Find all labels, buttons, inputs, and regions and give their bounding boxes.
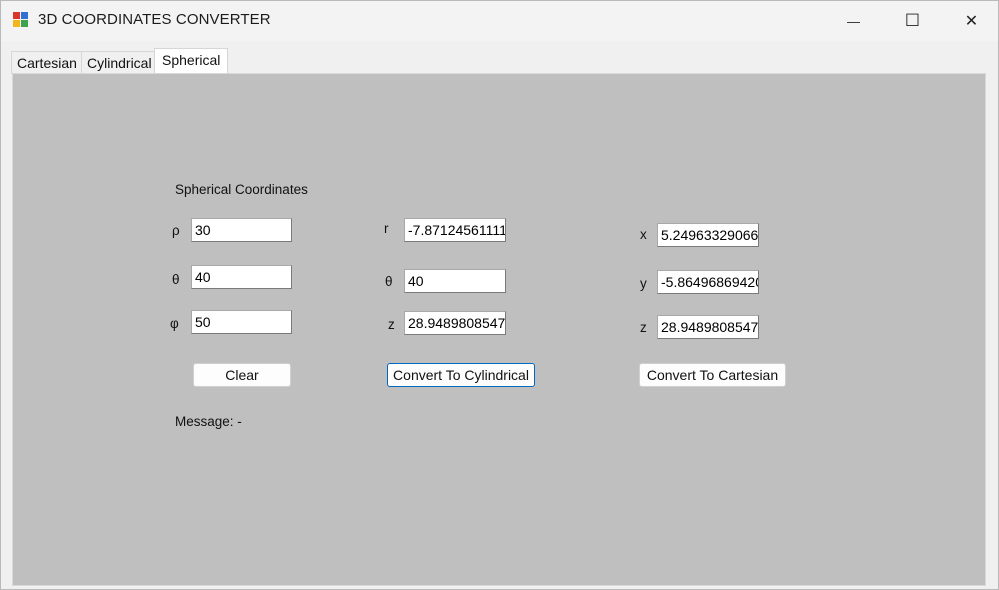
spherical-heading: Spherical Coordinates [175, 182, 308, 197]
rho-input[interactable]: 30 [191, 218, 292, 242]
theta-input[interactable]: 40 [191, 265, 292, 289]
cartesian-z-label: z [640, 320, 647, 335]
phi-input[interactable]: 50 [191, 310, 292, 334]
maximize-button[interactable]: ☐ [883, 1, 942, 41]
minimize-button[interactable]: — [824, 1, 883, 41]
window-title: 3D COORDINATES CONVERTER [38, 11, 271, 28]
maximize-icon: ☐ [904, 11, 921, 30]
rho-label: ρ [172, 223, 180, 238]
minimize-icon: — [847, 13, 860, 29]
close-icon: ✕ [964, 13, 979, 30]
spherical-tab-panel: Spherical Coordinates ρ 30 θ 40 φ 50 r -… [12, 73, 986, 586]
cartesian-y-output[interactable]: -5.86496869420 [657, 270, 759, 294]
cylindrical-r-label: r [384, 221, 389, 236]
convert-to-cartesian-button[interactable]: Convert To Cartesian [639, 363, 786, 387]
close-button[interactable]: ✕ [942, 1, 999, 41]
cartesian-y-label: y [640, 276, 647, 291]
clear-button[interactable]: Clear [193, 363, 291, 387]
cartesian-z-output[interactable]: 28.9489808547 [657, 315, 759, 339]
title-bar[interactable]: 3D COORDINATES CONVERTER — ☐ ✕ [1, 1, 998, 41]
cartesian-x-output[interactable]: 5.24963329066 [657, 223, 759, 247]
theta-label: θ [172, 272, 180, 287]
cylindrical-r-output[interactable]: -7.87124561111 [404, 218, 506, 242]
cylindrical-theta-output[interactable]: 40 [404, 269, 506, 293]
status-message: Message: - [175, 414, 242, 429]
tab-cartesian[interactable]: Cartesian [11, 51, 83, 74]
tab-spherical[interactable]: Spherical [154, 48, 229, 74]
phi-label: φ [170, 316, 179, 331]
cylindrical-theta-label: θ [385, 274, 393, 289]
cylindrical-z-label: z [388, 317, 395, 332]
tab-cylindrical[interactable]: Cylindrical [81, 51, 158, 74]
app-window: 3D COORDINATES CONVERTER — ☐ ✕ Cartesian… [0, 0, 999, 590]
cartesian-x-label: x [640, 227, 647, 242]
cylindrical-z-output[interactable]: 28.9489808547 [404, 311, 506, 335]
convert-to-cylindrical-button[interactable]: Convert To Cylindrical [387, 363, 535, 387]
app-icon [13, 12, 29, 28]
